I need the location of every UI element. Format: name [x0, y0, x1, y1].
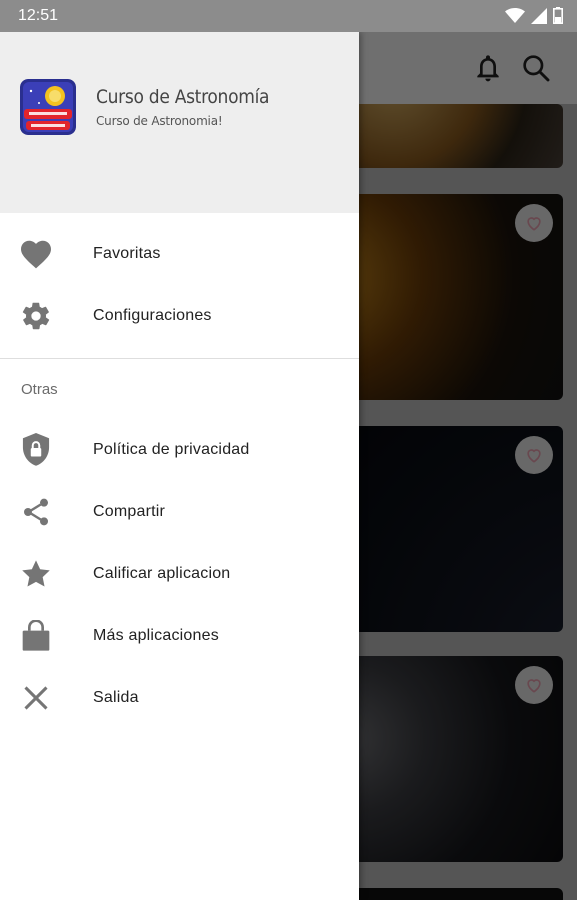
- heart-icon: [18, 236, 54, 272]
- navigation-drawer: Curso de Astronomía Curso de Astronomia!…: [0, 32, 359, 900]
- menu-item-politica-privacidad[interactable]: Política de privacidad: [0, 420, 359, 482]
- drawer-subtitle: Curso de Astronomia!: [96, 114, 223, 128]
- close-icon: [18, 680, 54, 716]
- menu-item-label: Calificar aplicacion: [93, 565, 231, 582]
- menu-item-configuraciones[interactable]: Configuraciones: [0, 286, 359, 348]
- battery-icon: [553, 7, 563, 24]
- app-logo: [20, 79, 76, 135]
- status-time: 12:51: [18, 7, 59, 24]
- menu-item-calificar[interactable]: Calificar aplicacion: [0, 544, 359, 606]
- drawer-secondary-menu: Política de privacidad Compartir Calific…: [0, 420, 359, 730]
- menu-divider: [0, 358, 359, 359]
- shield-lock-icon: [18, 432, 54, 468]
- menu-item-label: Más aplicaciones: [93, 627, 219, 644]
- drawer-header: Curso de Astronomía Curso de Astronomia!: [0, 32, 359, 213]
- drawer-title: Curso de Astronomía: [96, 86, 270, 108]
- menu-item-compartir[interactable]: Compartir: [0, 482, 359, 544]
- menu-item-mas-aplicaciones[interactable]: Más aplicaciones: [0, 606, 359, 668]
- gear-icon: [18, 298, 54, 334]
- drawer-primary-menu: Favoritas Configuraciones: [0, 224, 359, 348]
- signal-icon: [531, 7, 547, 24]
- shopping-bag-icon: [18, 618, 54, 654]
- menu-item-favoritas[interactable]: Favoritas: [0, 224, 359, 286]
- status-icons: [505, 7, 563, 24]
- star-icon: [18, 556, 54, 592]
- wifi-icon: [505, 7, 525, 23]
- menu-item-label: Política de privacidad: [93, 441, 250, 458]
- status-bar: 12:51: [0, 0, 577, 32]
- menu-item-label: Salida: [93, 689, 139, 706]
- section-header: Otras: [21, 381, 58, 398]
- menu-item-label: Favoritas: [93, 245, 161, 262]
- menu-item-label: Compartir: [93, 503, 166, 520]
- menu-item-salida[interactable]: Salida: [0, 668, 359, 730]
- share-icon: [18, 494, 54, 530]
- menu-item-label: Configuraciones: [93, 307, 212, 324]
